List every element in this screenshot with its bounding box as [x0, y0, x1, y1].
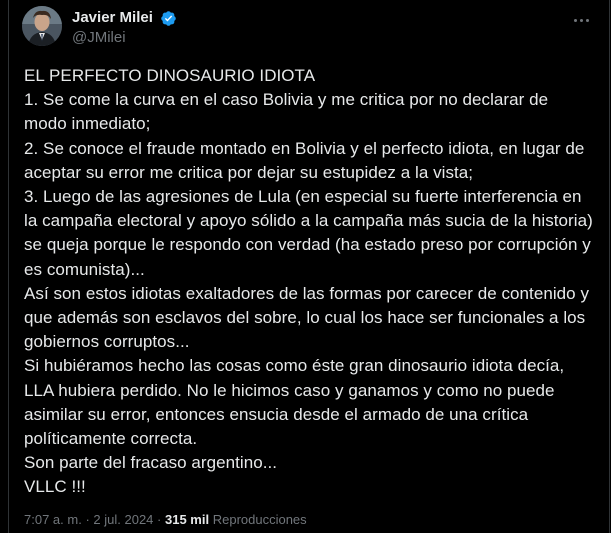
more-dot — [573, 18, 577, 22]
more-dot — [579, 18, 583, 22]
tweet-text: EL PERFECTO DINOSAURIO IDIOTA 1. Se come… — [24, 66, 593, 497]
more-dot — [585, 18, 589, 22]
tweet-time[interactable]: 7:07 a. m. — [24, 512, 82, 527]
views-label: Reproducciones — [212, 512, 307, 527]
author-handle[interactable]: @JMilei — [72, 28, 177, 48]
avatar-image — [22, 6, 62, 46]
meta-separator: · — [157, 512, 162, 527]
views-count: 315 mil — [165, 512, 210, 527]
tweet-header: Javier Milei @JMilei — [22, 6, 597, 50]
verified-badge-icon — [160, 10, 177, 27]
tweet-date[interactable]: 2 jul. 2024 — [93, 512, 153, 527]
author-display-name[interactable]: Javier Milei — [72, 8, 153, 28]
more-horizontal-icon[interactable] — [569, 10, 593, 30]
avatar[interactable] — [22, 6, 62, 46]
meta-separator: · — [85, 512, 90, 527]
tweet-metadata: 7:07 a. m. · 2 jul. 2024 · 315 mil Repro… — [24, 511, 307, 529]
author-block: Javier Milei @JMilei — [72, 8, 177, 48]
